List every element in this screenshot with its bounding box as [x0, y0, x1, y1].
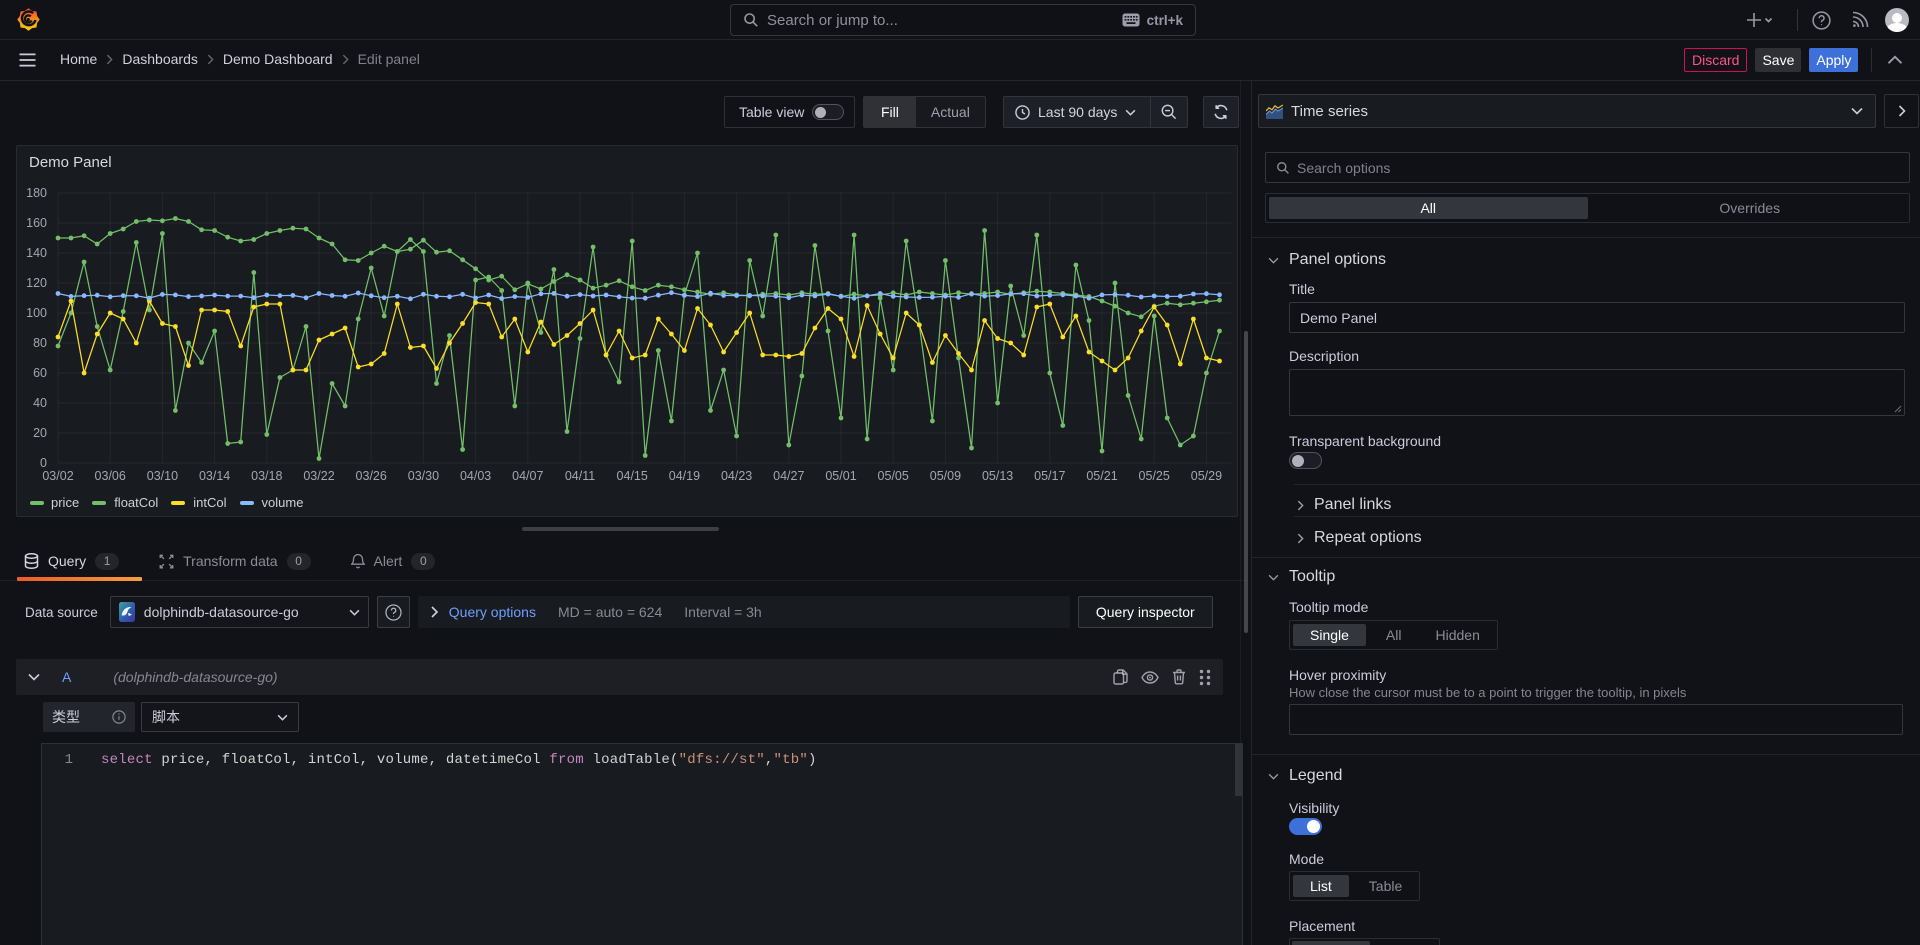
svg-text:03/26: 03/26 — [356, 469, 387, 483]
svg-text:40: 40 — [33, 396, 47, 410]
svg-text:80: 80 — [33, 336, 47, 350]
svg-text:03/18: 03/18 — [251, 469, 282, 483]
svg-text:03/02: 03/02 — [42, 469, 73, 483]
svg-text:100: 100 — [26, 306, 47, 320]
svg-text:160: 160 — [26, 216, 47, 230]
svg-text:05/05: 05/05 — [878, 469, 909, 483]
svg-text:60: 60 — [33, 366, 47, 380]
svg-text:20: 20 — [33, 426, 47, 440]
svg-text:05/17: 05/17 — [1034, 469, 1065, 483]
svg-text:03/10: 03/10 — [147, 469, 178, 483]
svg-text:03/22: 03/22 — [303, 469, 334, 483]
svg-text:03/30: 03/30 — [408, 469, 439, 483]
svg-text:03/06: 03/06 — [95, 469, 126, 483]
svg-text:04/03: 04/03 — [460, 469, 491, 483]
svg-text:05/01: 05/01 — [825, 469, 856, 483]
svg-text:05/29: 05/29 — [1191, 469, 1222, 483]
svg-text:180: 180 — [26, 186, 47, 200]
svg-text:140: 140 — [26, 246, 47, 260]
svg-text:05/13: 05/13 — [982, 469, 1013, 483]
svg-text:04/19: 04/19 — [669, 469, 700, 483]
svg-text:04/07: 04/07 — [512, 469, 543, 483]
svg-text:04/11: 04/11 — [565, 469, 595, 483]
svg-text:120: 120 — [26, 276, 47, 290]
svg-text:04/15: 04/15 — [617, 469, 648, 483]
svg-text:05/21: 05/21 — [1086, 469, 1117, 483]
svg-text:04/23: 04/23 — [721, 469, 752, 483]
svg-text:03/14: 03/14 — [199, 469, 230, 483]
svg-text:0: 0 — [40, 456, 47, 470]
svg-text:05/09: 05/09 — [930, 469, 961, 483]
svg-text:04/27: 04/27 — [773, 469, 804, 483]
svg-text:05/25: 05/25 — [1139, 469, 1170, 483]
